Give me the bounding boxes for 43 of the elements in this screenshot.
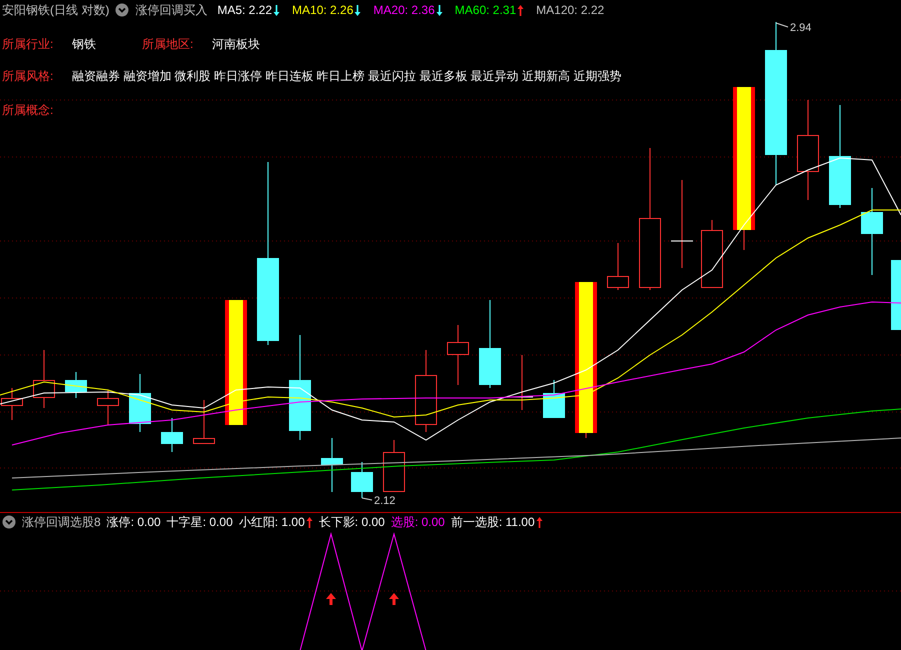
ma-value: MA10: 2.26 [292, 2, 354, 19]
industry-value: 钢铁 [72, 36, 97, 53]
candlestick [161, 418, 183, 452]
candlestick [65, 372, 87, 398]
candlestick [193, 400, 215, 444]
indicator-value: 前一选股: 11.00 [450, 514, 535, 531]
concept-label: 所属概念: [2, 102, 54, 119]
candlestick [97, 390, 119, 426]
ma-value: MA60: 2.31 [454, 2, 516, 19]
indicator-value: 小红阳: 1.00 [238, 514, 305, 531]
industry-label: 所属行业: [2, 36, 54, 53]
candlestick [447, 324, 469, 386]
indicator-value: 选股: 0.00 [390, 514, 445, 531]
candlestick [607, 242, 629, 290]
leader-line [362, 498, 372, 500]
high-price-label: 2.94 [790, 22, 812, 34]
formula-name: 涨停回调买入 [135, 2, 208, 19]
up-arrow-icon [326, 593, 336, 605]
region-label: 所属地区: [142, 36, 194, 53]
leader-line [776, 22, 788, 28]
ma-value: MA5: 2.22 [217, 2, 272, 19]
style-label: 所属风格: [2, 68, 54, 85]
indicator-value: 十字星: 0.00 [166, 514, 233, 531]
ma-value: MA120: 2.22 [536, 2, 604, 19]
candlestick [33, 350, 55, 408]
candlestick [543, 380, 565, 418]
indicator-value: 涨停: 0.00 [106, 514, 161, 531]
region-value: 河南板块 [212, 36, 260, 53]
candlestick [383, 440, 405, 492]
indicator-value: 长下影: 0.00 [318, 514, 385, 531]
stock-title: 安阳钢铁(日线 对数) [2, 2, 110, 19]
candlestick [891, 260, 901, 330]
candlestick [701, 220, 723, 288]
candlestick [351, 462, 373, 498]
low-price-label: 2.12 [374, 495, 396, 507]
collapse-chevron-icon[interactable] [2, 515, 16, 529]
ma-value: MA20: 2.36 [373, 2, 435, 19]
indicator-name: 涨停回调选股8 [22, 514, 101, 531]
candlestick [129, 374, 151, 432]
style-tags: 融资融券 融资增加 微利股 昨日涨停 昨日连板 昨日上榜 最近闪拉 最近多板 最近异动 近期新高 近期强势 [72, 67, 622, 85]
candlestick [321, 438, 343, 492]
up-arrow-icon [389, 593, 399, 605]
collapse-chevron-icon[interactable] [115, 3, 130, 17]
